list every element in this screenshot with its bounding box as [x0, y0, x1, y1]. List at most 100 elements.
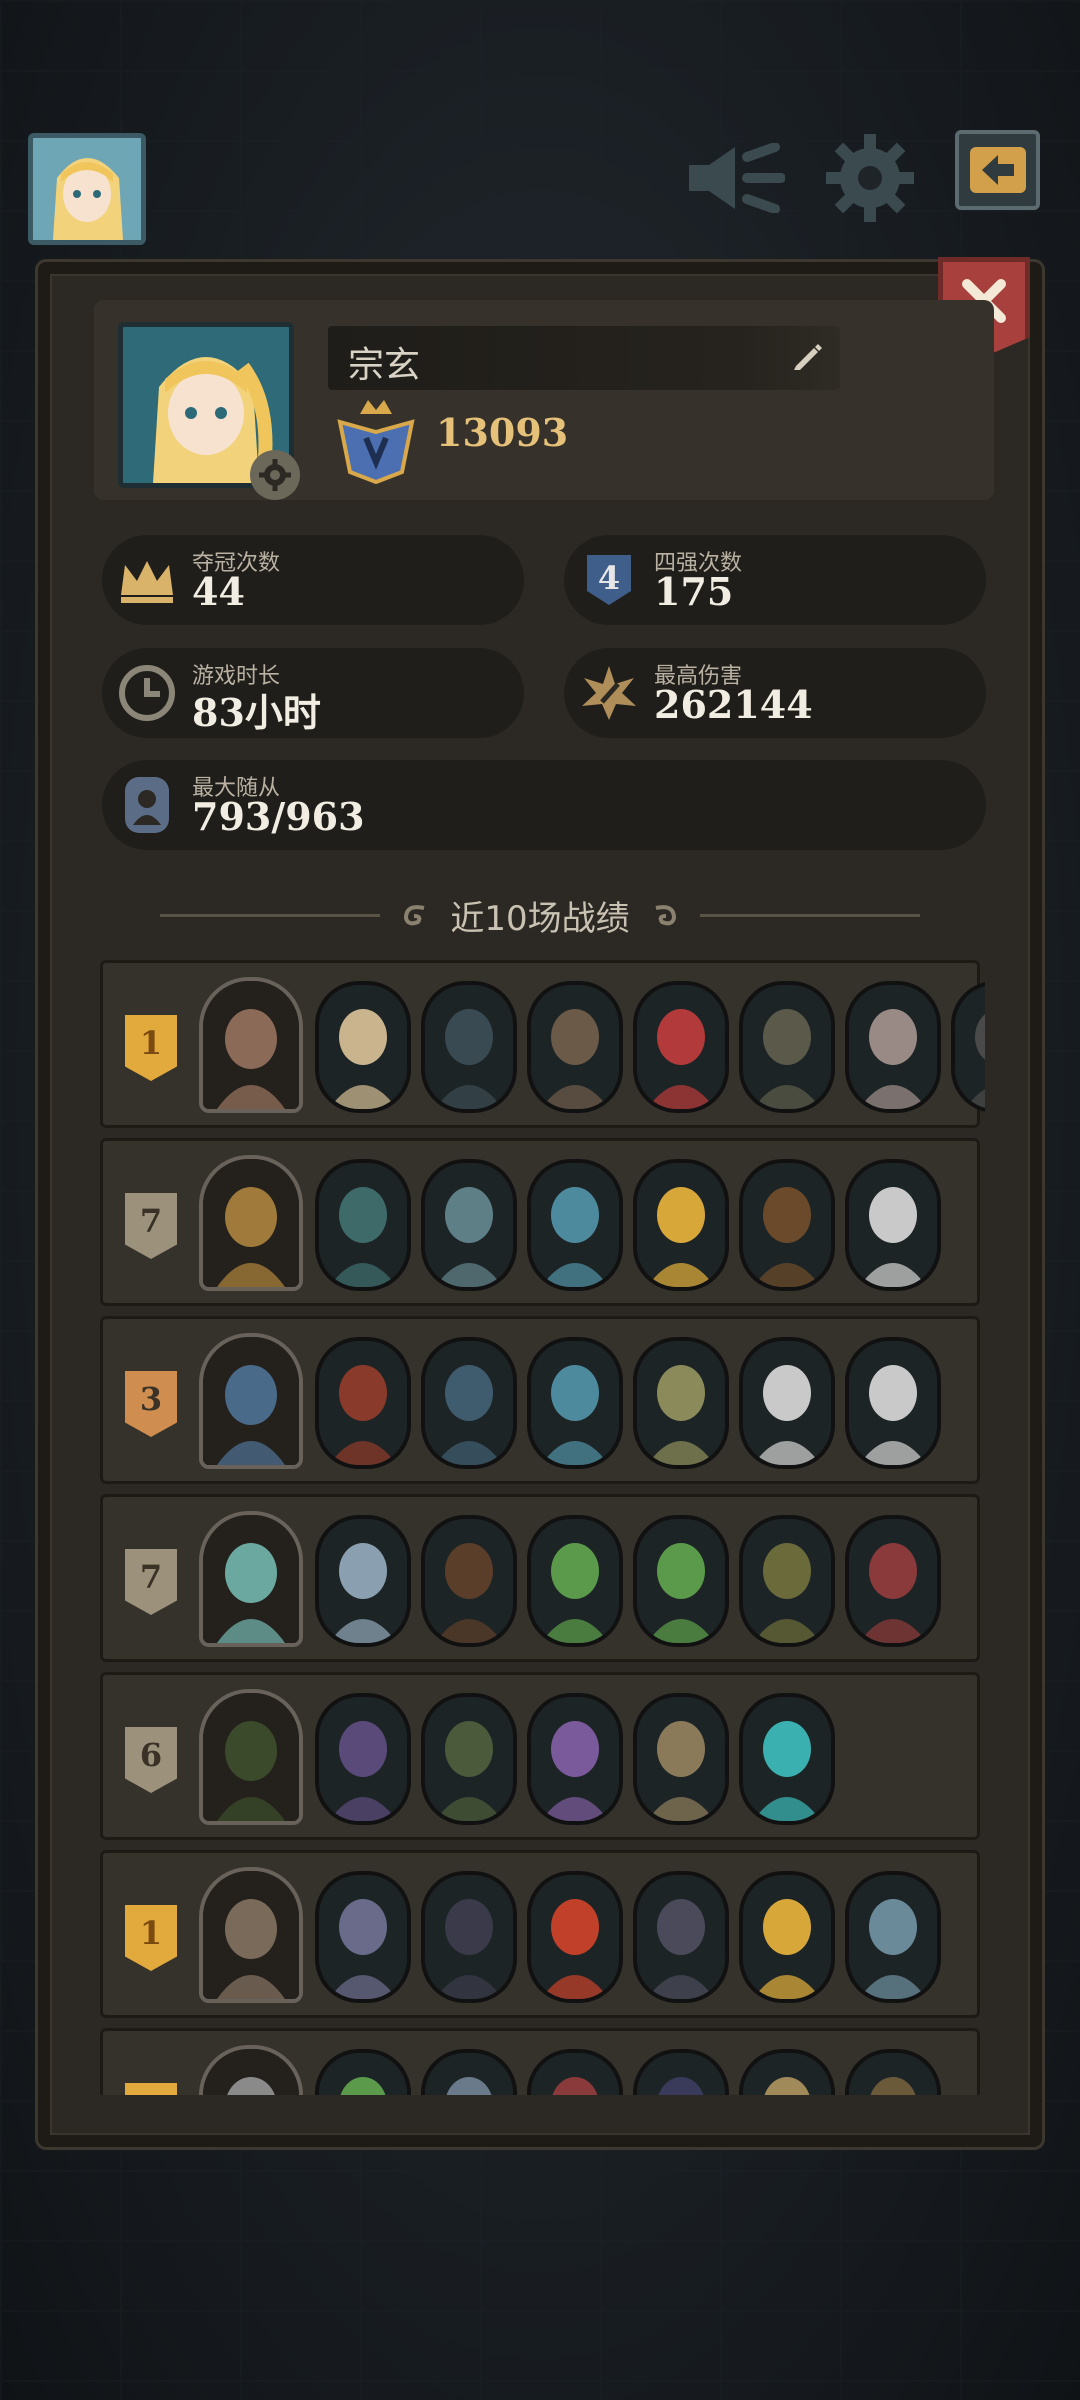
- minion-card[interactable]: [739, 1159, 835, 1291]
- minion-card[interactable]: [739, 1693, 835, 1825]
- minion-card[interactable]: [845, 1515, 941, 1647]
- minion-card[interactable]: [421, 1159, 517, 1291]
- minion-card[interactable]: [739, 2049, 835, 2095]
- match-row[interactable]: 1: [100, 960, 985, 1128]
- minion-card[interactable]: [421, 2049, 517, 2095]
- hero-portrait[interactable]: [199, 1689, 303, 1825]
- hero-portrait[interactable]: [199, 1155, 303, 1291]
- hero-portrait[interactable]: [199, 1867, 303, 2003]
- minion-card[interactable]: [527, 1515, 623, 1647]
- match-row[interactable]: [100, 2028, 980, 2095]
- minion-card[interactable]: [845, 2049, 941, 2095]
- rank-emblem-icon: [337, 400, 415, 484]
- top4-shield-icon: 4: [576, 547, 642, 613]
- minion-icon: [425, 1341, 513, 1465]
- minion-card[interactable]: [421, 1515, 517, 1647]
- minion-card[interactable]: [315, 981, 411, 1113]
- exit-arrow-icon[interactable]: [955, 130, 1040, 210]
- minion-icon: [425, 1697, 513, 1821]
- minion-card[interactable]: [315, 1871, 411, 2003]
- match-row[interactable]: 7: [100, 1138, 980, 1306]
- minion-card[interactable]: [845, 1159, 941, 1291]
- match-row[interactable]: 3: [100, 1316, 980, 1484]
- minion-card[interactable]: [315, 1693, 411, 1825]
- minion-icon: [425, 985, 513, 1109]
- hero-portrait[interactable]: [199, 2045, 303, 2095]
- settings-gear-icon[interactable]: [820, 128, 920, 228]
- minion-card[interactable]: [951, 981, 985, 1113]
- player-portrait-icon: [33, 138, 141, 240]
- minion-card[interactable]: [845, 1337, 941, 1469]
- minion-card[interactable]: [633, 1337, 729, 1469]
- hero-portrait[interactable]: [199, 977, 303, 1113]
- stat-max-minions: 最大随从 793/963: [102, 760, 986, 850]
- minion-card[interactable]: [421, 981, 517, 1113]
- speaker-icon[interactable]: [680, 138, 790, 218]
- player-avatar-button[interactable]: [28, 133, 146, 245]
- recent-matches-title: 近10场战绩: [450, 898, 630, 939]
- minion-card[interactable]: [633, 2049, 729, 2095]
- minion-icon: [849, 1341, 937, 1465]
- minion-icon: [849, 1163, 937, 1287]
- minion-card[interactable]: [527, 2049, 623, 2095]
- avatar-settings-gear-icon[interactable]: [250, 450, 300, 500]
- minion-card[interactable]: [315, 1337, 411, 1469]
- placement-badge: 3: [125, 1371, 177, 1437]
- placement-badge: 7: [125, 1549, 177, 1615]
- minion-icon: [743, 1875, 831, 1999]
- minion-icon: [849, 985, 937, 1109]
- minion-card[interactable]: [527, 1159, 623, 1291]
- minion-card[interactable]: [845, 1871, 941, 2003]
- minion-card[interactable]: [633, 1693, 729, 1825]
- minion-icon: [637, 1519, 725, 1643]
- minion-card[interactable]: [315, 1159, 411, 1291]
- minion-card[interactable]: [739, 981, 835, 1113]
- minion-card[interactable]: [739, 1337, 835, 1469]
- minion-icon: [743, 1163, 831, 1287]
- minion-icon: [637, 985, 725, 1109]
- minion-card[interactable]: [527, 1337, 623, 1469]
- player-name-field[interactable]: 宗玄: [328, 326, 840, 390]
- minion-icon: [319, 1519, 407, 1643]
- minion-card[interactable]: [421, 1693, 517, 1825]
- minion-card[interactable]: [739, 1515, 835, 1647]
- minion-card[interactable]: [739, 1871, 835, 2003]
- minion-icon: [531, 1519, 619, 1643]
- minion-card[interactable]: [633, 981, 729, 1113]
- recent-matches-list[interactable]: 1 7 3 7 6 1: [100, 960, 985, 2095]
- hero-portrait[interactable]: [199, 1333, 303, 1469]
- minion-card[interactable]: [633, 1515, 729, 1647]
- hero-icon: [203, 1693, 299, 1821]
- minion-card[interactable]: [845, 981, 941, 1113]
- minion-card[interactable]: [421, 1337, 517, 1469]
- minion-card[interactable]: [633, 1871, 729, 2003]
- minion-icon: [637, 1875, 725, 1999]
- minion-card[interactable]: [527, 981, 623, 1113]
- hero-icon: [203, 1337, 299, 1465]
- minion-icon: [425, 1875, 513, 1999]
- minion-icon: [955, 985, 985, 1109]
- match-row[interactable]: 1: [100, 1850, 980, 2018]
- hero-icon: [203, 2049, 299, 2095]
- minion-icon: [319, 1697, 407, 1821]
- minion-icon: [319, 985, 407, 1109]
- minion-card[interactable]: [315, 2049, 411, 2095]
- minion-card[interactable]: [421, 1871, 517, 2003]
- minion-card[interactable]: [527, 1693, 623, 1825]
- stat-value: 793/963: [192, 794, 365, 839]
- match-row[interactable]: 7: [100, 1494, 980, 1662]
- match-row[interactable]: 6: [100, 1672, 980, 1840]
- stat-championships: 夺冠次数 44: [102, 535, 524, 625]
- hero-icon: [203, 1159, 299, 1287]
- minion-card[interactable]: [315, 1515, 411, 1647]
- damage-burst-icon: [576, 660, 642, 726]
- svg-text:4: 4: [598, 559, 620, 597]
- edit-pencil-icon[interactable]: [790, 340, 824, 374]
- placement-badge: 1: [125, 1015, 177, 1081]
- minion-icon: [319, 2053, 407, 2095]
- minion-card[interactable]: [527, 1871, 623, 2003]
- hero-portrait[interactable]: [199, 1511, 303, 1647]
- minion-card[interactable]: [633, 1159, 729, 1291]
- minion-icon: [531, 1163, 619, 1287]
- player-name: 宗玄: [348, 345, 421, 386]
